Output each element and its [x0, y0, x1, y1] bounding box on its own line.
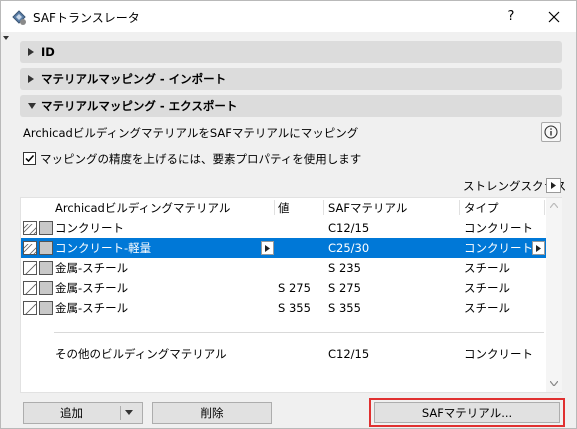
- column-header-type[interactable]: タイプ: [464, 200, 499, 216]
- table-divider: [54, 332, 544, 333]
- checkbox-label: マッピングの精度を上げるには、要素プロパティを使用します: [40, 152, 362, 166]
- saf-material: S 235: [328, 261, 361, 275]
- saf-material: C12/15: [328, 347, 370, 361]
- value-picker-button[interactable]: [261, 241, 274, 255]
- material-color-swatch: [39, 221, 53, 235]
- title-bar: SAFトランスレータ ?: [1, 1, 576, 32]
- chevron-down-icon[interactable]: [125, 410, 133, 415]
- triangle-right-icon: [28, 75, 34, 83]
- info-icon: [544, 125, 558, 139]
- column-divider[interactable]: [274, 200, 275, 215]
- type-picker-button[interactable]: [532, 241, 545, 255]
- concrete-pattern-icon: [23, 221, 37, 235]
- info-button[interactable]: [541, 122, 561, 142]
- saf-material: C12/15: [328, 221, 370, 235]
- strength-class-button[interactable]: [546, 178, 561, 193]
- column-divider[interactable]: [323, 200, 324, 215]
- app-icon: [10, 8, 28, 26]
- saf-translator-dialog: SAFトランスレータ ? ID マテリアルマッピング - インポート マテリアル…: [0, 0, 577, 429]
- close-button[interactable]: [539, 5, 569, 29]
- section-material-export[interactable]: マテリアルマッピング - エクスポート: [20, 95, 562, 117]
- column-header-value[interactable]: 値: [278, 200, 290, 216]
- section-id[interactable]: ID: [20, 41, 562, 63]
- table-row-selected[interactable]: コンクリート-軽量 C25/30 コンクリート: [21, 238, 546, 258]
- material-name: コンクリート-軽量: [55, 241, 152, 255]
- steel-pattern-icon: [23, 261, 37, 275]
- material-value: S 275: [278, 281, 311, 295]
- other-materials-row[interactable]: その他のビルディングマテリアル C12/15 コンクリート: [21, 344, 546, 364]
- column-divider[interactable]: [544, 200, 545, 215]
- material-type: コンクリート: [464, 241, 533, 255]
- scroll-down-icon[interactable]: [550, 381, 558, 386]
- use-element-properties-checkbox[interactable]: [23, 152, 36, 165]
- table-header: Archicadビルディングマテリアル 値 SAFマテリアル タイプ: [21, 198, 546, 218]
- saf-material: C25/30: [328, 241, 370, 255]
- table-row[interactable]: 金属-スチール S 275 S 275 スチール: [21, 278, 546, 298]
- triangle-right-icon: [265, 245, 270, 252]
- table-row[interactable]: 金属-スチール S 355 S 355 スチール: [21, 298, 546, 318]
- export-intro-text: ArchicadビルディングマテリアルをSAFマテリアルにマッピング: [23, 126, 359, 140]
- material-type: コンクリート: [464, 221, 533, 235]
- material-name: 金属-スチール: [55, 301, 129, 315]
- table-scrollbar[interactable]: [546, 198, 562, 392]
- material-name: その他のビルディングマテリアル: [55, 347, 227, 361]
- triangle-down-icon: [28, 103, 36, 109]
- saf-material-button[interactable]: SAFマテリアル...: [374, 402, 560, 423]
- triangle-right-icon: [536, 245, 541, 252]
- material-name: 金属-スチール: [55, 281, 129, 295]
- column-divider[interactable]: [459, 200, 460, 215]
- section-label: ID: [41, 45, 55, 59]
- table-row[interactable]: 金属-スチール S 235 スチール: [21, 258, 546, 278]
- column-header-saf-material[interactable]: SAFマテリアル: [328, 200, 407, 216]
- table-row[interactable]: コンクリート C12/15 コンクリート: [21, 218, 546, 238]
- material-type: スチール: [464, 301, 510, 315]
- material-name: コンクリート: [55, 221, 124, 235]
- material-color-swatch: [39, 281, 53, 295]
- material-type: スチール: [464, 281, 510, 295]
- saf-material: S 275: [328, 281, 361, 295]
- section-material-import[interactable]: マテリアルマッピング - インポート: [20, 68, 562, 90]
- triangle-right-icon: [28, 48, 34, 56]
- help-button[interactable]: ?: [498, 5, 524, 29]
- steel-pattern-icon: [23, 301, 37, 315]
- section-label: マテリアルマッピング - インポート: [41, 72, 227, 86]
- close-icon: [548, 11, 560, 23]
- delete-button[interactable]: 削除: [152, 402, 272, 424]
- scroll-up-icon[interactable]: [550, 203, 558, 208]
- split-divider: [120, 406, 121, 420]
- collapse-marker-icon: [3, 36, 9, 40]
- material-type: コンクリート: [464, 347, 533, 361]
- concrete-pattern-icon: [23, 241, 37, 255]
- triangle-right-icon: [551, 182, 556, 189]
- material-mapping-table: Archicadビルディングマテリアル 値 SAFマテリアル タイプ コンクリー…: [20, 197, 562, 393]
- section-label: マテリアルマッピング - エクスポート: [41, 99, 238, 113]
- saf-material-button-highlight: SAFマテリアル...: [369, 398, 565, 427]
- material-color-swatch: [39, 261, 53, 275]
- column-header-material[interactable]: Archicadビルディングマテリアル: [55, 200, 230, 216]
- material-type: スチール: [464, 261, 510, 275]
- material-value: S 355: [278, 301, 311, 315]
- steel-pattern-icon: [23, 281, 37, 295]
- saf-material: S 355: [328, 301, 361, 315]
- material-color-swatch: [39, 301, 53, 315]
- checkmark-icon: [25, 154, 35, 163]
- material-name: 金属-スチール: [55, 261, 129, 275]
- window-title: SAFトランスレータ: [33, 11, 140, 25]
- material-color-swatch: [39, 241, 53, 255]
- add-button-label: 追加: [60, 406, 83, 420]
- add-button[interactable]: 追加: [23, 402, 143, 424]
